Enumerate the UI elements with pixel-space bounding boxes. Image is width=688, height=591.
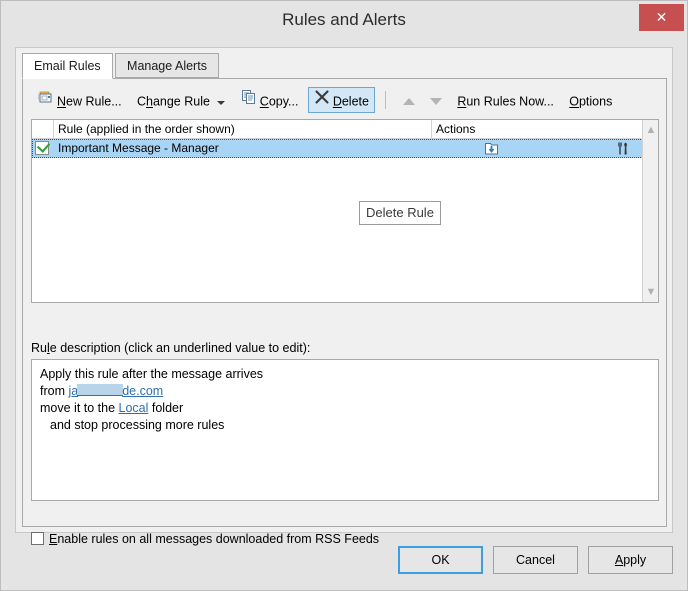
chevron-down-icon	[217, 100, 226, 105]
column-header-actions: Actions	[436, 122, 476, 136]
move-down-button[interactable]	[424, 87, 448, 113]
options-label: Options	[569, 94, 613, 109]
delete-rule-tooltip: Delete Rule	[359, 201, 441, 225]
change-rule-label: Change Rule	[136, 94, 210, 109]
table-row[interactable]: Important Message - Manager	[32, 139, 643, 158]
delete-label: Delete	[332, 94, 369, 109]
tab-manage-alerts[interactable]: Manage Alerts	[115, 53, 219, 78]
rule-name: Important Message - Manager	[58, 141, 219, 155]
move-up-button[interactable]	[397, 87, 421, 113]
options-button[interactable]: Options	[563, 87, 618, 113]
cancel-button[interactable]: Cancel	[493, 546, 578, 574]
move-suffix: folder	[148, 401, 184, 415]
rules-toolbar: New Rule... Change Rule Copy... Delete R…	[31, 87, 618, 113]
sender-link-end: de.com	[122, 384, 164, 398]
run-rules-now-button[interactable]: Run Rules Now...	[451, 87, 560, 113]
from-prefix: from	[40, 384, 69, 398]
rules-list[interactable]: Rule (applied in the order shown) Action…	[31, 119, 659, 303]
apply-button[interactable]: Apply	[588, 546, 673, 574]
tab-email-rules[interactable]: Email Rules	[22, 53, 113, 79]
tools-icon	[616, 141, 631, 156]
title-bar: Rules and Alerts ✕	[1, 1, 687, 39]
rule-description-label: Rule description (click an underlined va…	[31, 341, 311, 355]
change-rule-button[interactable]: Change Rule	[131, 87, 231, 113]
rule-enabled-checkbox[interactable]	[35, 139, 51, 155]
rule-description-box[interactable]: Apply this rule after the message arrive…	[31, 359, 659, 501]
rss-feeds-label: Enable rules on all messages downloaded …	[49, 531, 380, 546]
toolbar-separator	[385, 91, 387, 109]
close-icon[interactable]: ✕	[639, 4, 684, 31]
copy-button[interactable]: Copy...	[235, 87, 305, 113]
check-icon	[36, 139, 51, 153]
scroll-down-icon[interactable]: ▼	[643, 284, 659, 300]
folder-link[interactable]: Local	[119, 401, 149, 415]
column-header-rule: Rule (applied in the order shown)	[54, 120, 432, 138]
arrow-down-icon	[429, 98, 442, 106]
email-rules-page: New Rule... Change Rule Copy... Delete R…	[22, 79, 667, 546]
delete-x-icon	[314, 88, 330, 114]
copy-label: Copy...	[259, 94, 299, 109]
column-header-check	[32, 120, 54, 138]
new-rule-icon	[37, 88, 54, 114]
dialog-body: Email Rules Manage Alerts New Rule... Ch…	[15, 47, 673, 546]
delete-button[interactable]: Delete	[307, 87, 375, 114]
scroll-up-icon[interactable]: ▲	[643, 122, 659, 138]
sender-link[interactable]: ja de.com	[68, 384, 163, 398]
new-rule-label: New Rule...	[57, 94, 122, 109]
rss-feeds-row[interactable]: Enable rules on all messages downloaded …	[31, 531, 379, 549]
move-to-folder-icon	[484, 141, 499, 156]
arrow-up-icon	[402, 98, 415, 106]
new-rule-button[interactable]: New Rule...	[31, 87, 128, 113]
run-rules-now-label: Run Rules Now...	[457, 94, 554, 109]
redacted-block	[77, 384, 124, 396]
ok-button[interactable]: OK	[398, 546, 483, 574]
description-line-1: Apply this rule after the message arrive…	[40, 367, 264, 381]
rules-list-header: Rule (applied in the order shown) Action…	[32, 120, 658, 139]
tab-strip: Email Rules Manage Alerts	[22, 53, 219, 79]
rules-list-scrollbar[interactable]: ▲ ▼	[642, 120, 658, 302]
rules-and-alerts-dialog: Rules and Alerts ✕ Email Rules Manage Al…	[0, 0, 688, 591]
rss-feeds-checkbox[interactable]	[31, 532, 44, 546]
dialog-title: Rules and Alerts	[282, 10, 406, 29]
move-prefix: move it to the	[40, 401, 119, 415]
description-line-3: move it to the Local folder	[40, 400, 650, 417]
copy-icon	[241, 88, 257, 114]
description-line-4: and stop processing more rules	[50, 418, 225, 432]
description-line-2: from ja de.com	[40, 383, 650, 400]
